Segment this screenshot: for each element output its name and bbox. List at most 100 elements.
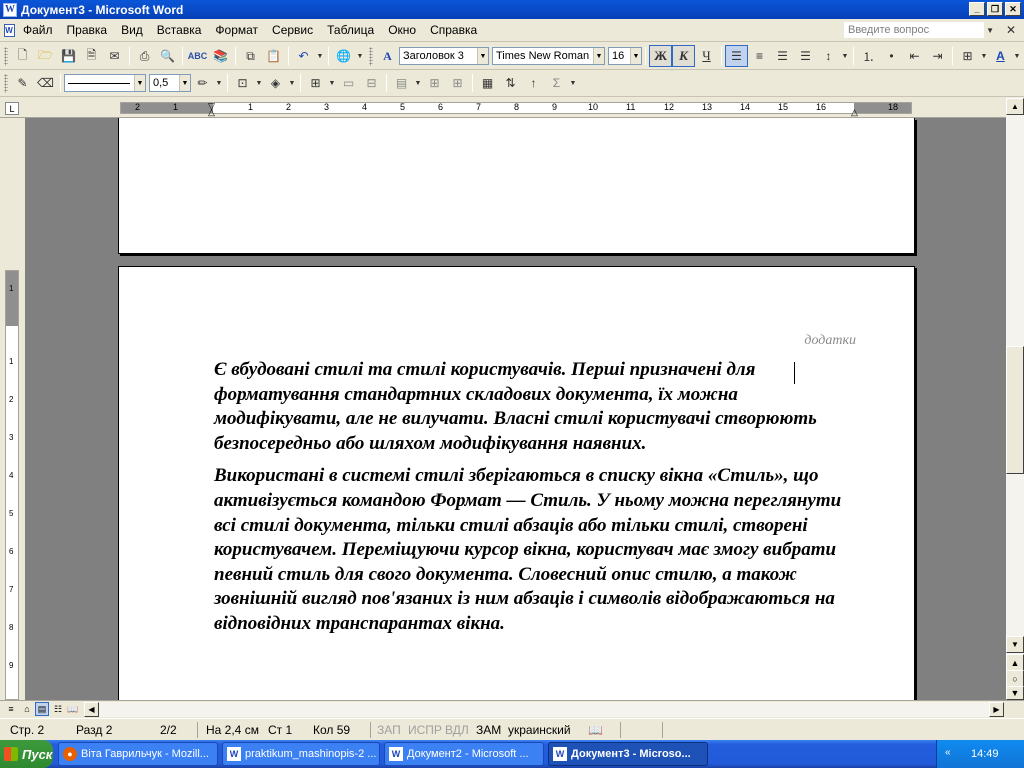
tray-expand-icon[interactable]: « [945,747,951,758]
tab-selector-icon[interactable]: L [5,102,19,115]
styles-formatting-icon[interactable]: A [376,45,399,67]
undo-icon[interactable]: ↶ [292,45,315,67]
taskbar-item-firefox[interactable]: ● Віта Гаврильчук - Mozill... [58,742,218,766]
word-app-icon[interactable]: W [3,2,17,17]
close-button[interactable]: ✕ [1005,2,1021,16]
reading-layout-icon[interactable]: 📖 [66,702,80,716]
sort-ascending-icon[interactable]: ↑ [522,72,545,94]
increase-indent-icon[interactable]: ⇥ [926,45,949,67]
horizontal-ruler[interactable]: 2 1 1 2 3 4 5 6 7 8 9 10 11 12 13 14 15 … [120,101,912,117]
underline-button[interactable]: Ч [695,45,718,67]
right-indent-marker[interactable]: △ [851,107,858,118]
left-indent-marker[interactable]: △ [208,107,215,118]
align-cell-dropdown-icon[interactable]: ▼ [413,72,423,94]
status-record-macro[interactable]: ЗАП [377,723,401,737]
spelling-status-icon[interactable]: 📖 [588,723,603,737]
previous-page-icon[interactable]: ▲ [1006,654,1024,671]
split-cells-icon[interactable]: ⊟ [360,72,383,94]
justify-icon[interactable]: ☰ [794,45,817,67]
chevron-down-icon[interactable]: ▼ [179,75,190,91]
borders-dropdown-icon[interactable]: ▼ [979,45,989,67]
page-header[interactable]: додатки [804,333,856,349]
page-1[interactable] [118,118,915,254]
next-page-icon[interactable]: ▼ [1006,686,1024,700]
web-view-icon[interactable]: ⌂ [20,702,34,716]
align-right-icon[interactable]: ☰ [771,45,794,67]
start-button[interactable]: Пуск [0,740,53,768]
copy-icon[interactable]: ⧉ [239,45,262,67]
taskbar-item-document2[interactable]: W Документ2 - Microsoft ... [384,742,544,766]
taskbar-item-praktikum[interactable]: W praktikum_mashinopis-2 ... [222,742,380,766]
menu-insert[interactable]: Вставка [150,23,209,37]
menu-table[interactable]: Таблица [320,23,381,37]
line-style-select[interactable]: ▼ [64,74,146,92]
align-cell-icon[interactable]: ▤ [390,72,413,94]
print-icon[interactable]: ⎙ [133,45,156,67]
page-2[interactable]: додатки Є вбудовані стилі та стилі корис… [118,266,915,700]
border-color-dropdown-icon[interactable]: ▼ [214,72,224,94]
text-direction-icon[interactable]: ⇅ [499,72,522,94]
print-layout-icon[interactable]: ▤ [35,702,49,716]
toolbar-options-icon[interactable]: ▼ [355,45,365,67]
scroll-up-icon[interactable]: ▲ [1006,98,1024,115]
chevron-down-icon[interactable]: ▼ [630,48,641,64]
new-document-icon[interactable]: 🗋 [11,45,34,67]
ask-question-input[interactable]: Введите вопрос [844,22,984,38]
merge-cells-icon[interactable]: ▭ [337,72,360,94]
horizontal-scrollbar[interactable]: ◀ ▶ [84,702,1004,717]
vertical-ruler[interactable]: 1 1 2 3 4 5 6 7 8 9 [5,270,19,700]
font-size-select[interactable]: 16 ▼ [608,47,642,65]
paragraph[interactable]: Використані в системі стилі зберігаються… [214,464,864,636]
border-color-icon[interactable]: ✏ [191,72,214,94]
vertical-scrollbar[interactable]: ▲ ▼ ▲ ○ ▼ [1006,98,1024,700]
outside-border-dropdown-icon[interactable]: ▼ [254,72,264,94]
numbering-icon[interactable]: ⒈ [857,45,880,67]
permission-icon[interactable]: 🗎 [80,45,103,67]
menu-tools[interactable]: Сервис [265,23,320,37]
restore-button[interactable]: ❐ [987,2,1003,16]
distribute-rows-icon[interactable]: ⊞ [423,72,446,94]
print-preview-icon[interactable]: 🔍 [156,45,179,67]
status-overtype[interactable]: ЗАМ [476,723,501,737]
menu-format[interactable]: Формат [208,23,265,37]
open-folder-icon[interactable]: 🗁 [34,45,57,67]
outline-view-icon[interactable]: ☷ [51,702,65,716]
ask-dropdown-icon[interactable]: ▼ [986,26,994,35]
menu-help[interactable]: Справка [423,23,484,37]
toolbar-grip[interactable] [369,46,373,66]
email-icon[interactable]: ✉ [103,45,126,67]
scroll-left-icon[interactable]: ◀ [84,702,99,717]
insert-table-dropdown-icon[interactable]: ▼ [327,72,337,94]
line-spacing-icon[interactable]: ↕ [817,45,840,67]
style-select[interactable]: Заголовок 3 ▼ [399,47,489,65]
status-track-changes[interactable]: ИСПР [408,723,442,737]
status-extend-selection[interactable]: ВДЛ [445,723,469,737]
align-center-icon[interactable]: ≡ [748,45,771,67]
document-body[interactable]: Є вбудовані стилі та стилі користувачів.… [214,358,864,637]
minimize-button[interactable]: _ [969,2,985,16]
status-language[interactable]: украинский [508,723,571,737]
menu-file[interactable]: Файл [16,23,60,37]
borders-icon[interactable]: ⊞ [956,45,979,67]
chevron-down-icon[interactable]: ▼ [134,75,145,91]
line-spacing-dropdown-icon[interactable]: ▼ [840,45,850,67]
research-icon[interactable]: 📚 [209,45,232,67]
hyperlink-icon[interactable]: 🌐 [332,45,355,67]
draw-table-icon[interactable]: ✎ [11,72,34,94]
close-document-icon[interactable]: ✕ [1006,23,1016,37]
shading-color-icon[interactable]: ◈ [264,72,287,94]
toolbar-grip[interactable] [4,73,8,93]
menu-window[interactable]: Окно [381,23,423,37]
outside-border-icon[interactable]: ⊡ [231,72,254,94]
font-color-icon[interactable]: A [989,45,1012,67]
menu-view[interactable]: Вид [114,23,150,37]
table-autoformat-icon[interactable]: ▦ [476,72,499,94]
italic-button[interactable]: К [672,45,695,67]
scroll-down-icon[interactable]: ▼ [1006,636,1024,653]
bullets-icon[interactable]: • [880,45,903,67]
paste-icon[interactable]: 📋 [262,45,285,67]
insert-table-icon[interactable]: ⊞ [304,72,327,94]
paragraph[interactable]: Є вбудовані стилі та стилі користувачів.… [214,358,864,456]
save-icon[interactable]: 💾 [57,45,80,67]
font-color-dropdown-icon[interactable]: ▼ [1012,45,1022,67]
